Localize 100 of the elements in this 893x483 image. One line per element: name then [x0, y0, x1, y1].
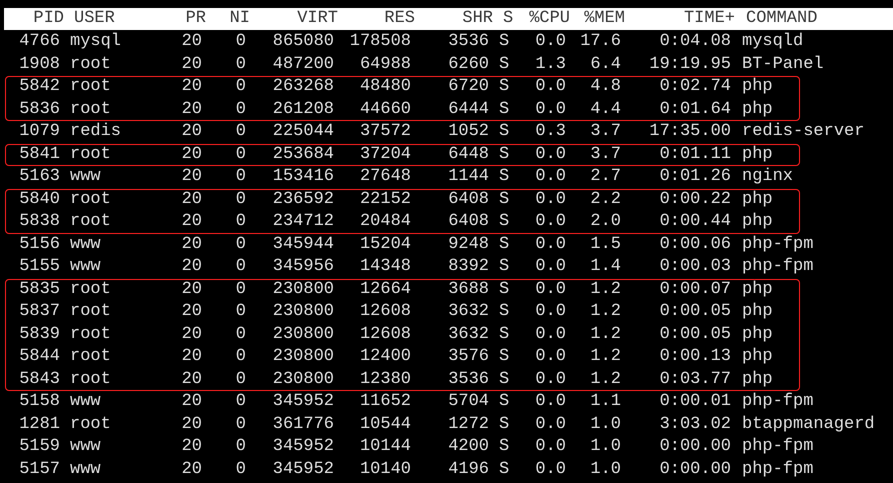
table-cell-text: 6.4	[589, 54, 621, 76]
table-cell-text: S	[498, 278, 510, 300]
table-cell-text: 22152	[358, 188, 411, 210]
table-cell-text: 6444	[447, 98, 489, 120]
table-cell-text: root	[69, 211, 112, 233]
table-cell-text: 6260	[447, 54, 489, 76]
table-cell-text: 5704	[447, 391, 489, 413]
table-cell-text: S	[498, 121, 510, 143]
table-cell-text: S	[498, 234, 510, 256]
table-cell-text: 20	[180, 368, 202, 390]
table-cell-text: php-fpm	[741, 234, 814, 256]
table-cell-text: 0.0	[534, 188, 566, 210]
table-cell-text: 3536	[447, 31, 489, 53]
table-cell-text: 17.6	[579, 31, 621, 53]
table-cell-text: 1.0	[589, 414, 621, 436]
table-cell-text: 0.3	[534, 121, 566, 143]
table-cell-text: 0.0	[534, 278, 566, 300]
table-cell-text: 5163	[18, 166, 60, 188]
table-cell-text: php	[741, 324, 774, 346]
table-cell-text: S	[498, 188, 510, 210]
table-cell-text: S	[498, 458, 510, 480]
table-cell-text: 0:02.74	[658, 76, 731, 98]
table-cell-text: 0.0	[534, 31, 566, 53]
table-cell-text: 0.0	[534, 144, 566, 166]
table-cell-text: 261208	[272, 98, 334, 120]
column-header: SHR	[461, 8, 493, 30]
table-cell-text: root	[69, 54, 112, 76]
table-cell-text: php	[741, 76, 774, 98]
table-cell-text: 5836	[18, 98, 60, 120]
table-cell-text: 0.0	[534, 76, 566, 98]
table-cell-text: 234712	[272, 211, 334, 233]
table-cell-text: S	[498, 166, 510, 188]
table-cell-text: 0:00.00	[658, 458, 731, 480]
table-cell-text: 27648	[358, 166, 411, 188]
table-cell-text: 3632	[447, 301, 489, 323]
table-cell-text: 5155	[18, 256, 60, 278]
table-cell-text: root	[69, 301, 112, 323]
table-cell-text: 0:01.11	[658, 144, 731, 166]
table-cell-text: mysqld	[741, 31, 804, 53]
table-cell-text: 10144	[358, 436, 411, 458]
table-cell-text: 10140	[358, 458, 411, 480]
table-cell-text: 0.0	[534, 391, 566, 413]
table-cell-text: 345956	[272, 256, 334, 278]
table-cell-text: S	[498, 301, 510, 323]
table-cell-text: 0:00.13	[658, 346, 731, 368]
table-cell-text: 1.2	[589, 368, 621, 390]
table-cell-text: 4.4	[589, 98, 621, 120]
table-cell-text: root	[69, 368, 112, 390]
table-cell-text: 0:00.01	[658, 391, 731, 413]
table-cell-text: 230800	[272, 324, 334, 346]
table-cell-text: 0	[234, 188, 246, 210]
table-cell-text: 2.0	[589, 211, 621, 233]
column-header: %MEM	[583, 8, 625, 30]
table-cell-text: redis-server	[741, 121, 866, 143]
table-cell-text: 0	[234, 436, 246, 458]
table-cell-text: 1079	[18, 121, 60, 143]
table-cell-text: 5843	[18, 368, 60, 390]
table-cell-text: 20	[180, 144, 202, 166]
table-cell-text: 0.0	[534, 368, 566, 390]
table-cell-text: 0.0	[534, 234, 566, 256]
table-cell-text: 3.7	[589, 144, 621, 166]
table-cell-text: 20	[180, 234, 202, 256]
table-cell-text: 3:03.02	[658, 414, 731, 436]
table-cell-text: 1272	[447, 414, 489, 436]
table-cell-text: 20	[180, 166, 202, 188]
table-cell-text: 1.2	[589, 301, 621, 323]
table-cell-text: php-fpm	[741, 391, 814, 413]
column-header: RES	[383, 8, 415, 30]
table-cell-text: 3632	[447, 324, 489, 346]
table-cell-text: 0	[234, 144, 246, 166]
table-cell-text: 4196	[447, 458, 489, 480]
column-header: VIRT	[296, 8, 338, 30]
table-cell-text: 8392	[447, 256, 489, 278]
column-header: USER	[73, 8, 116, 30]
table-cell-text: 0.0	[534, 98, 566, 120]
table-cell-text: 5844	[18, 346, 60, 368]
table-cell-text: 20	[180, 188, 202, 210]
table-cell-text: 5838	[18, 211, 60, 233]
table-cell-text: 1.4	[589, 256, 621, 278]
table-cell-text: 230800	[272, 301, 334, 323]
column-header: NI	[228, 8, 250, 30]
table-cell-text: 12608	[358, 301, 411, 323]
table-cell-text: 4.8	[589, 76, 621, 98]
table-cell-text: 0:00.06	[658, 234, 731, 256]
table-cell-text: 0.0	[534, 301, 566, 323]
column-header: S	[502, 8, 514, 30]
table-cell-text: 20	[180, 301, 202, 323]
table-cell-text: S	[498, 324, 510, 346]
table-cell-text: 3576	[447, 346, 489, 368]
table-cell-text: 1052	[447, 121, 489, 143]
table-cell-text: 0	[234, 98, 246, 120]
table-cell-text: root	[69, 98, 112, 120]
table-cell-text: 20	[180, 324, 202, 346]
table-cell-text: S	[498, 31, 510, 53]
table-cell-text: 1.2	[589, 346, 621, 368]
table-cell-text: 9248	[447, 234, 489, 256]
table-cell-text: 5839	[18, 324, 60, 346]
table-cell-text: php	[741, 278, 774, 300]
table-cell-text: root	[69, 144, 112, 166]
table-cell-text: 0	[234, 458, 246, 480]
